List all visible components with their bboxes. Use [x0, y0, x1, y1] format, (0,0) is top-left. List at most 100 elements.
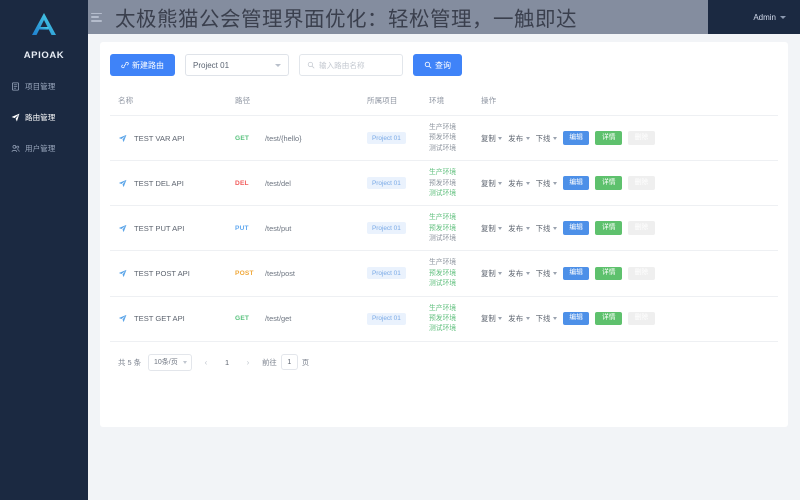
route-name: TEST POST API [134, 268, 190, 278]
edit-button[interactable]: 编辑 [562, 221, 590, 236]
search-input[interactable] [319, 60, 395, 70]
edit-button[interactable]: 编辑 [562, 311, 590, 326]
page-jump-input[interactable] [280, 354, 298, 371]
env-label: 生产环境 [429, 214, 457, 222]
detail-button[interactable]: 详情 [595, 266, 623, 281]
project-select[interactable]: Project 01 [185, 54, 289, 76]
table-row: TEST GET API GET/test/get Project 01 生产环境 预发… [110, 296, 778, 342]
table-body: TEST VAR API GET/test/{hello} Project 01 生产… [110, 115, 778, 342]
search-field[interactable] [299, 54, 403, 76]
cell-environments: 生产环境 预发环境 测试环境 [429, 296, 481, 342]
next-page-button[interactable]: › [241, 355, 255, 370]
cell-environments: 生产环境 预发环境 测试环境 [429, 205, 481, 252]
action-dropdown-1[interactable]: 发布 [508, 223, 530, 234]
page-size-select[interactable]: 10条/页 [148, 353, 192, 371]
action-dropdown-2[interactable]: 下线 [536, 178, 557, 189]
action-dropdown-label: 发布 [508, 178, 524, 188]
actions-cell: 复制 发布 下线 编辑 详情 删除 [481, 131, 778, 145]
action-dropdown-0[interactable]: 复制 [481, 223, 503, 234]
edit-button[interactable]: 编辑 [562, 131, 590, 145]
detail-button[interactable]: 详情 [595, 131, 623, 145]
sidebar-item-label: 路由管理 [25, 113, 56, 122]
new-route-button[interactable]: 新建路由 [110, 54, 175, 76]
actions-cell: 复制 发布 下线 编辑 详情 删除 [481, 311, 778, 326]
sidebar-item-users[interactable]: 用户管理 [0, 133, 88, 164]
actions-cell: 复制 发布 下线 编辑 详情 删除 [481, 266, 778, 281]
action-dropdown-0[interactable]: 复制 [481, 268, 503, 279]
column-header-actions: 操作 [481, 90, 778, 116]
sidebar-item-label: 用户管理 [25, 144, 56, 153]
path-cell: DEL/test/del [235, 179, 367, 188]
action-dropdown-1[interactable]: 发布 [508, 133, 530, 144]
action-dropdown-2[interactable]: 下线 [536, 313, 557, 324]
app-root: APIOAK 项目管理 路由管理 用户管理 Admin 太极熊猫公会管理界面优化… [0, 0, 800, 500]
project-select-value: Project 01 [193, 60, 230, 70]
sidebar-item-routes[interactable]: 路由管理 [0, 102, 88, 133]
delete-button[interactable]: 删除 [628, 221, 655, 236]
env-label: 测试环境 [429, 144, 457, 152]
search-button[interactable]: 查询 [413, 54, 462, 76]
name-cell: TEST VAR API [118, 134, 235, 143]
env-label: 预发环境 [429, 134, 457, 142]
action-dropdown-2[interactable]: 下线 [536, 268, 557, 279]
action-dropdown-1[interactable]: 发布 [508, 313, 530, 324]
search-icon [307, 61, 315, 69]
detail-button[interactable]: 详情 [595, 221, 623, 236]
name-cell: TEST PUT API [118, 224, 235, 233]
action-dropdown-2[interactable]: 下线 [536, 133, 557, 144]
env-label: 预发环境 [429, 269, 457, 277]
page-number-1[interactable]: 1 [220, 355, 234, 370]
env-label: 生产环境 [429, 124, 457, 131]
page-jump-suffix: 页 [301, 357, 310, 367]
action-dropdown-0[interactable]: 复制 [481, 313, 503, 324]
env-label: 预发环境 [429, 179, 457, 187]
project-badge: Project 01 [367, 267, 406, 280]
route-name: TEST DEL API [134, 178, 184, 188]
action-dropdown-label: 下线 [535, 133, 551, 143]
name-cell: TEST GET API [118, 314, 235, 323]
route-path: /test/put [265, 223, 292, 233]
cell-name: TEST DEL API [110, 160, 235, 207]
action-dropdown-0[interactable]: 复制 [481, 133, 503, 144]
cell-project: Project 01 [367, 250, 429, 297]
action-dropdown-label: 发布 [508, 133, 524, 143]
edit-button[interactable]: 编辑 [562, 176, 590, 191]
detail-button[interactable]: 详情 [595, 311, 623, 326]
cell-actions: 复制 发布 下线 编辑 详情 删除 [481, 205, 778, 252]
method-badge: GET [235, 134, 250, 142]
edit-button[interactable]: 编辑 [562, 266, 590, 281]
new-route-label: 新建路由 [132, 60, 164, 70]
cell-project: Project 01 [367, 296, 429, 342]
chevron-down-icon [552, 136, 557, 140]
env-label: 预发环境 [429, 314, 457, 322]
chevron-down-icon [552, 271, 557, 275]
env-label: 预发环境 [429, 224, 457, 232]
cell-name: TEST GET API [110, 296, 235, 342]
cell-project: Project 01 [367, 160, 429, 207]
action-dropdown-0[interactable]: 复制 [481, 178, 503, 189]
action-dropdown-label: 发布 [508, 268, 524, 278]
action-dropdown-label: 复制 [481, 268, 496, 278]
prev-page-button[interactable]: ‹ [199, 355, 213, 370]
action-dropdown-1[interactable]: 发布 [508, 178, 530, 189]
user-menu[interactable]: Admin [753, 13, 786, 22]
env-stack: 生产环境 预发环境 测试环境 [429, 168, 481, 198]
action-dropdown-1[interactable]: 发布 [508, 268, 530, 279]
env-label: 生产环境 [429, 169, 457, 177]
delete-button[interactable]: 删除 [628, 266, 655, 281]
action-dropdown-2[interactable]: 下线 [536, 223, 557, 234]
page-size-value: 10条/页 [154, 359, 178, 367]
cell-path: PUT/test/put [235, 205, 367, 252]
project-badge: Project 01 [367, 222, 406, 235]
env-label: 测试环境 [429, 280, 457, 288]
delete-button[interactable]: 删除 [628, 311, 655, 326]
chevron-down-icon [552, 226, 557, 230]
delete-button[interactable]: 删除 [628, 131, 655, 145]
detail-button[interactable]: 详情 [595, 176, 623, 191]
sidebar-item-projects[interactable]: 项目管理 [0, 71, 88, 102]
delete-button[interactable]: 删除 [628, 176, 655, 191]
table-row: TEST DEL API DEL/test/del Project 01 生产环境预发… [110, 160, 778, 207]
route-name: TEST PUT API [134, 223, 185, 233]
action-dropdown-label: 复制 [481, 314, 496, 324]
action-dropdown-label: 下线 [535, 178, 551, 188]
